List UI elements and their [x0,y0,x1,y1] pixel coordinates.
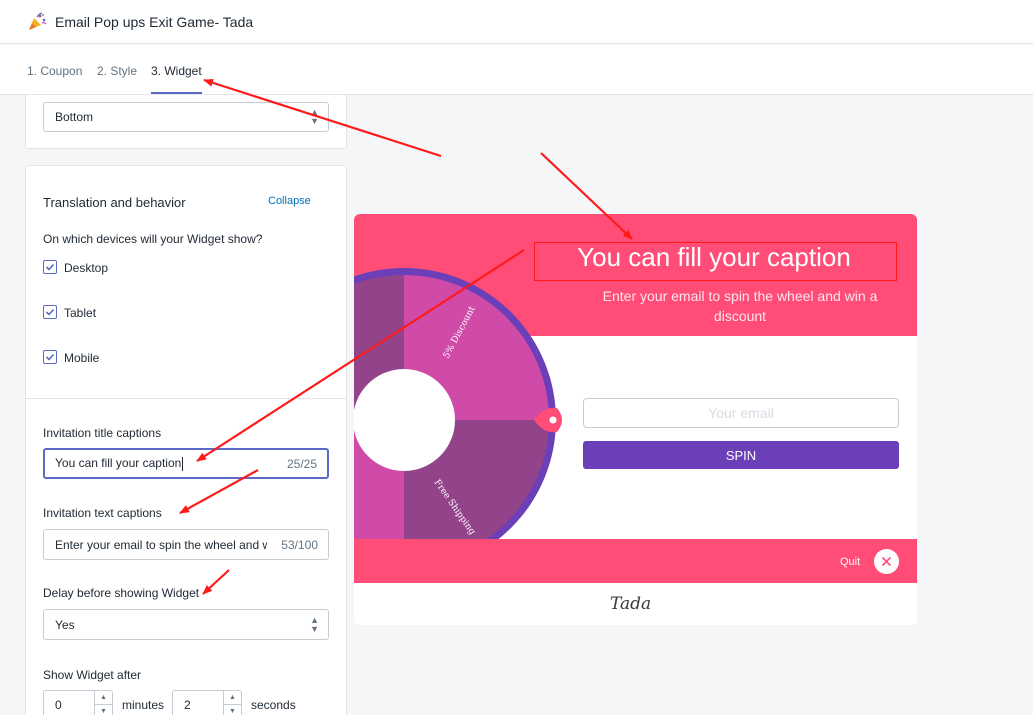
tab-style[interactable]: 2. Style [97,64,137,78]
app-title: Email Pop ups Exit Game- Tada [55,13,254,30]
desktop-checkbox[interactable] [43,260,57,274]
position-select[interactable]: Bottom ▲ ▼ [43,102,329,132]
select-caret-icon: ▲ ▼ [310,614,319,634]
mobile-checkbox[interactable] [43,350,57,364]
minutes-value: 0 [55,698,62,712]
title-caption-value: You can fill your caption [55,456,182,471]
preview-email-input[interactable]: Your email [583,398,899,428]
increment-icon[interactable]: ▲ [224,691,241,705]
seconds-value: 2 [184,698,191,712]
select-caret-icon: ▲ ▼ [310,107,319,126]
quit-label[interactable]: Quit [840,556,860,568]
delay-select[interactable]: Yes ▲ ▼ [43,609,329,640]
seconds-stepper[interactable]: 2 ▲ ▼ [172,690,242,715]
mobile-label: Mobile [64,351,100,365]
section-divider [26,398,346,399]
step-tabs: 1. Coupon 2. Style 3. Widget [0,45,1033,95]
text-caption-input[interactable]: Enter your email to spin the wheel and w… [43,529,329,560]
close-icon[interactable] [874,549,899,574]
devices-question: On which devices will your Widget show? [43,232,263,246]
preview-text: Enter your email to spin the wheel and w… [602,288,878,324]
decrement-icon[interactable]: ▼ [224,705,241,715]
checkmark-icon [45,308,55,316]
tada-logo: Tada [610,594,652,614]
text-caption-count: 53/100 [277,537,318,552]
minutes-stepper[interactable]: 0 ▲ ▼ [43,690,113,715]
tablet-checkbox[interactable] [43,305,57,319]
translation-heading: Translation and behavior [43,195,186,210]
delay-select-value: Yes [55,617,75,632]
checkmark-icon [45,263,55,271]
translation-card: Translation and behavior Collapse On whi… [25,165,347,715]
tablet-label: Tablet [64,306,97,320]
title-caption-count: 25/25 [282,456,317,471]
show-after-label: Show Widget after [43,668,142,682]
collapse-link[interactable]: Collapse [268,195,311,207]
preview-footer [354,539,917,583]
text-caption-label: Invitation text captions [43,506,162,520]
title-caption-input[interactable]: You can fill your caption 25/25 [43,448,329,479]
checkmark-icon [45,353,55,361]
decrement-icon[interactable]: ▼ [95,705,112,715]
title-caption-label: Invitation title captions [43,426,162,440]
annotation-highlight-box [534,242,897,281]
position-select-value: Bottom [55,110,94,124]
tab-widget[interactable]: 3. Widget [151,64,202,78]
seconds-unit: seconds [251,698,296,712]
position-card: Bottom ▲ ▼ [25,94,347,149]
minutes-unit: minutes [122,698,165,712]
party-popper-icon [27,11,47,32]
delay-label: Delay before showing Widget [43,586,200,600]
text-caption-value: Enter your email to spin the wheel and w… [55,537,267,552]
increment-icon[interactable]: ▲ [95,691,112,705]
preview-spin-button[interactable]: SPIN [583,441,899,469]
tab-coupon[interactable]: 1. Coupon [27,64,82,78]
desktop-label: Desktop [64,261,109,275]
app-header: Email Pop ups Exit Game- Tada [0,0,1033,44]
